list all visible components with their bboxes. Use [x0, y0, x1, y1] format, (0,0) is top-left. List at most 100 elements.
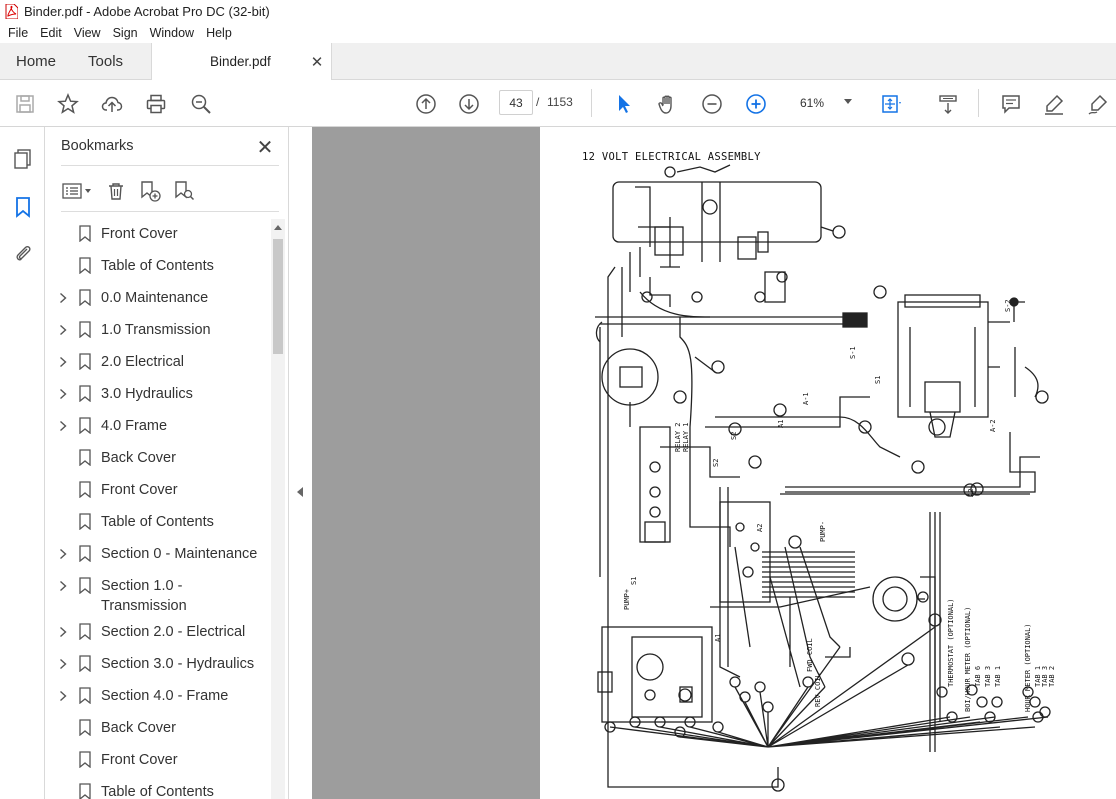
bookmarks-panel-icon[interactable]: [11, 195, 35, 219]
menu-file[interactable]: File: [2, 26, 34, 40]
page-number-input[interactable]: 43: [499, 90, 533, 115]
close-panel-icon[interactable]: ✕: [255, 135, 275, 160]
label-a1-top: A-1: [802, 392, 810, 405]
attachments-paperclip-icon[interactable]: [11, 241, 35, 265]
bookmark-item[interactable]: Table of Contents: [45, 255, 267, 287]
star-icon[interactable]: [55, 91, 81, 117]
bookmark-label: Section 4.0 - Frame: [101, 688, 229, 704]
delete-bookmark-icon[interactable]: [103, 178, 129, 204]
expand-chevron-icon[interactable]: [59, 388, 67, 400]
expand-chevron-icon[interactable]: [59, 658, 67, 670]
bookmark-item[interactable]: Table of Contents: [45, 511, 267, 543]
label-fwd-coil: FWD COIL: [806, 638, 814, 672]
panel-splitter[interactable]: [289, 127, 312, 799]
bookmark-icon: [79, 385, 91, 402]
bookmark-item[interactable]: Front Cover: [45, 479, 267, 511]
tab-tools[interactable]: Tools: [72, 43, 139, 79]
zoom-out-icon[interactable]: [699, 91, 725, 117]
expand-chevron-icon[interactable]: [59, 420, 67, 432]
scroll-mode-icon[interactable]: [935, 91, 961, 117]
comment-icon[interactable]: [998, 91, 1024, 117]
bookmark-label: Table of Contents: [101, 514, 214, 530]
expand-chevron-icon[interactable]: [59, 580, 67, 592]
scrollbar-thumb[interactable]: [273, 239, 283, 354]
previous-page-icon[interactable]: [413, 91, 439, 117]
label-tab6: TAB 6: [974, 666, 982, 687]
menu-window[interactable]: Window: [144, 26, 200, 40]
menu-view[interactable]: View: [68, 26, 107, 40]
bookmark-item[interactable]: Section 1.0 - Transmission: [45, 575, 267, 621]
new-bookmark-icon[interactable]: [137, 178, 163, 204]
bookmark-item[interactable]: Section 0 - Maintenance: [45, 543, 267, 575]
scroll-up-icon[interactable]: [274, 225, 282, 230]
bookmark-item[interactable]: Table of Contents: [45, 781, 267, 799]
highlight-pen-icon[interactable]: [1041, 91, 1067, 117]
bookmark-label: Section 3.0 - Hydraulics: [101, 656, 255, 672]
select-cursor-icon[interactable]: [611, 91, 637, 117]
bookmark-item[interactable]: 3.0 Hydraulics: [45, 383, 267, 415]
zoom-level-select[interactable]: 61%: [792, 90, 858, 115]
document-viewer[interactable]: 12 VOLT ELECTRICAL ASSEMBLY S-2 S-1 A-1 …: [312, 127, 1116, 799]
divider: [61, 165, 279, 166]
menu-help[interactable]: Help: [200, 26, 238, 40]
find-bookmark-icon[interactable]: [171, 178, 197, 204]
label-tab3: TAB 3: [984, 666, 992, 687]
expand-chevron-icon[interactable]: [59, 356, 67, 368]
page-count: 1153: [547, 95, 573, 109]
bookmark-icon: [79, 513, 91, 530]
zoom-level-value: 61%: [800, 95, 825, 110]
bookmark-item[interactable]: Front Cover: [45, 749, 267, 781]
bookmark-item[interactable]: 1.0 Transmission: [45, 319, 267, 351]
print-icon[interactable]: [143, 91, 169, 117]
bookmark-item[interactable]: Section 3.0 - Hydraulics: [45, 653, 267, 685]
tab-document[interactable]: Binder.pdf ✕: [151, 43, 332, 80]
bookmark-item[interactable]: 0.0 Maintenance: [45, 287, 267, 319]
expand-chevron-icon[interactable]: [59, 292, 67, 304]
bookmark-item[interactable]: 4.0 Frame: [45, 415, 267, 447]
bookmark-label: Table of Contents: [101, 784, 214, 799]
node-a2: A2: [967, 489, 975, 497]
tab-home[interactable]: Home: [0, 43, 72, 79]
page-separator: /: [536, 95, 540, 109]
pdf-page: 12 VOLT ELECTRICAL ASSEMBLY S-2 S-1 A-1 …: [540, 127, 1116, 799]
upload-cloud-icon[interactable]: [99, 91, 125, 117]
menu-edit[interactable]: Edit: [34, 26, 68, 40]
bookmark-options-icon[interactable]: [61, 178, 95, 204]
expand-chevron-icon[interactable]: [59, 626, 67, 638]
expand-chevron-icon[interactable]: [59, 548, 67, 560]
toolbar-divider-2: [978, 89, 979, 117]
save-icon[interactable]: [12, 91, 38, 117]
bookmark-label: Section 2.0 - Electrical: [101, 624, 246, 640]
label-s1: S-1: [849, 346, 857, 359]
bookmark-item[interactable]: 2.0 Electrical: [45, 351, 267, 383]
close-tab-icon[interactable]: ✕: [310, 53, 324, 71]
bookmark-item[interactable]: Front Cover: [45, 223, 267, 255]
collapse-panel-arrow-icon[interactable]: [297, 487, 303, 497]
next-page-icon[interactable]: [456, 91, 482, 117]
bookmarks-title: Bookmarks: [61, 138, 134, 154]
hand-tool-icon[interactable]: [655, 91, 681, 117]
bookmark-item[interactable]: Section 4.0 - Frame: [45, 685, 267, 717]
label-a2-right: A-2: [989, 419, 997, 432]
wiring-schematic: S-2 S-1 A-1 A-2 RELAY 1 RELAY 2 S2 PUMP+…: [595, 164, 1056, 792]
bookmark-item[interactable]: Section 2.0 - Electrical: [45, 621, 267, 653]
menu-sign[interactable]: Sign: [107, 26, 144, 40]
zoom-in-icon[interactable]: [743, 91, 769, 117]
bookmark-label: Section 1.0 -: [101, 578, 183, 594]
expand-chevron-icon[interactable]: [59, 690, 67, 702]
label-a1-low: A1: [714, 634, 722, 642]
sign-pen-icon[interactable]: [1085, 91, 1111, 117]
bookmark-item[interactable]: Back Cover: [45, 447, 267, 479]
page-fit-icon[interactable]: [878, 91, 904, 117]
node-s2: S2: [730, 432, 738, 440]
label-tab1: TAB 1: [994, 666, 1002, 687]
menu-bar: File Edit View Sign Window Help: [0, 22, 1116, 43]
expand-chevron-icon[interactable]: [59, 324, 67, 336]
page-thumbnails-icon[interactable]: [11, 147, 35, 171]
label-s2-top: S-2: [1004, 299, 1012, 312]
bookmarks-toolbar: [61, 177, 205, 205]
search-zoom-icon[interactable]: [188, 91, 214, 117]
bookmark-item[interactable]: Back Cover: [45, 717, 267, 749]
divider: [61, 211, 279, 212]
bookmarks-scrollbar[interactable]: [271, 219, 285, 799]
